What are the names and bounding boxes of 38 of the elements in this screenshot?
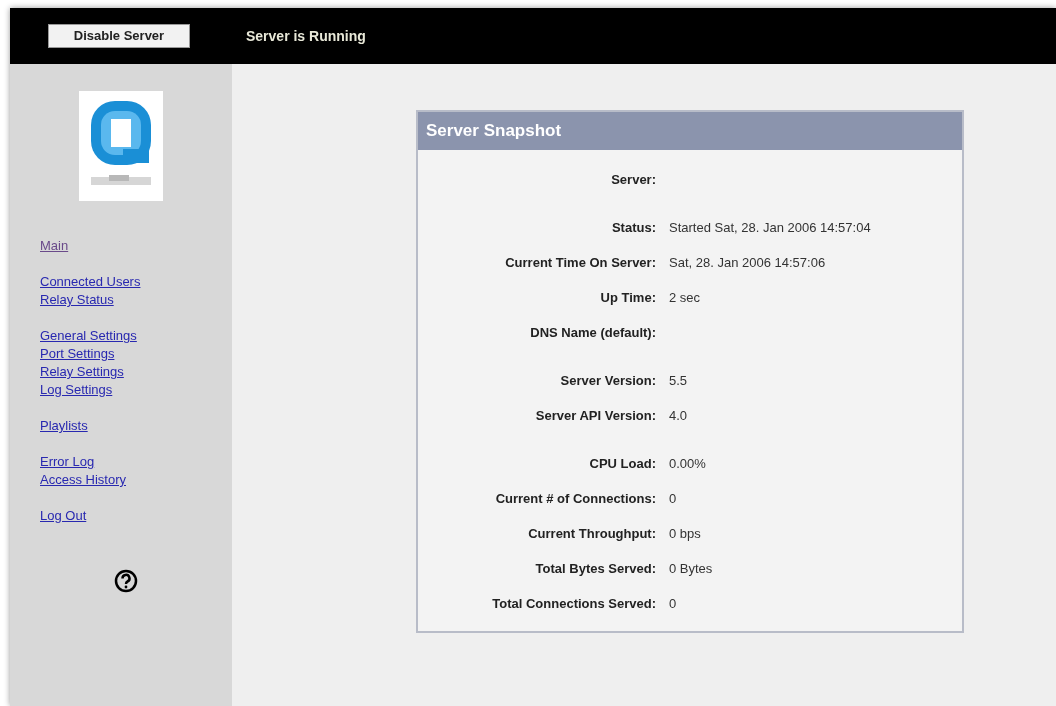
nav-link[interactable]: General Settings: [40, 327, 137, 345]
server-status-text: Server is Running: [246, 26, 366, 46]
field-label: Current Time On Server:: [504, 253, 656, 272]
field-value: 5.5: [669, 371, 688, 390]
disable-server-button[interactable]: Disable Server: [48, 24, 190, 48]
field-label: DNS Name (default):: [529, 323, 656, 342]
field-value: 0: [669, 594, 677, 613]
field-value: 2 sec: [669, 288, 701, 307]
field-label: CPU Load:: [588, 454, 656, 473]
field-value: 0 Bytes: [669, 559, 713, 578]
nav-link[interactable]: Relay Settings: [40, 363, 124, 381]
nav-link[interactable]: Playlists: [40, 417, 88, 435]
field-label: Server API Version:: [534, 406, 656, 425]
nav-link[interactable]: Error Log: [40, 453, 95, 471]
field-value: 0: [669, 489, 677, 508]
field-label: Server:: [610, 170, 656, 189]
logo-icon: [79, 91, 163, 201]
field-label: Total Connections Served:: [491, 594, 656, 613]
nav-link[interactable]: Port Settings: [40, 345, 115, 363]
nav-link[interactable]: Connected Users: [40, 273, 141, 291]
nav-link[interactable]: Relay Status: [40, 291, 114, 309]
field-value: 0 bps: [669, 524, 701, 543]
field-value: 4.0: [669, 406, 688, 425]
field-label: Up Time:: [599, 288, 656, 307]
field-label: Current # of Connections:: [494, 489, 656, 508]
nav-link[interactable]: Log Out: [40, 507, 87, 525]
field-label: Total Bytes Served:: [534, 559, 656, 578]
nav-link[interactable]: Log Settings: [40, 381, 113, 399]
nav-link[interactable]: Main: [40, 237, 69, 255]
nav-link[interactable]: Access History: [40, 471, 126, 489]
field-value: 0.00%: [669, 454, 706, 473]
help-icon[interactable]: [114, 569, 138, 593]
field-value: Sat, 28. Jan 2006 14:57:06: [669, 253, 826, 272]
field-label: Server Version:: [559, 371, 656, 390]
panel-title: Server Snapshot: [418, 112, 962, 150]
field-value: Started Sat, 28. Jan 2006 14:57:04: [669, 218, 871, 237]
field-label: Current Throughput:: [527, 524, 656, 543]
field-label: Status:: [610, 218, 656, 237]
